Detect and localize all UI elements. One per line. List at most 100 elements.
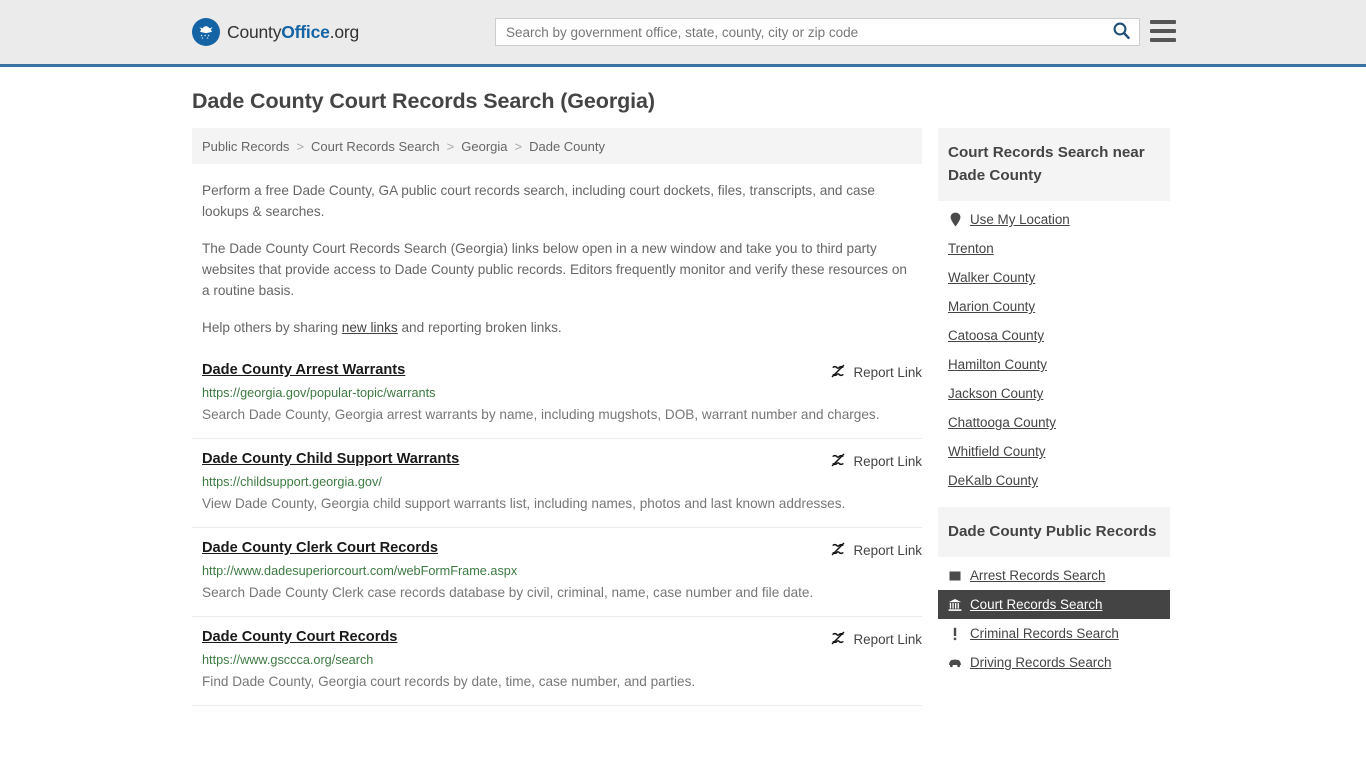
sidebar-item-jackson-county[interactable]: Jackson County: [938, 379, 1170, 408]
report-link-label: Report Link: [853, 632, 922, 647]
page-body: Dade County Court Records Search (Georgi…: [0, 89, 1366, 718]
record-link-title[interactable]: Dade County Court Records: [202, 629, 397, 645]
record-links-list: Dade County Arrest Warrants Report Link: [192, 362, 922, 706]
report-link-button[interactable]: Report Link: [830, 629, 922, 649]
exclamation-icon: [948, 627, 962, 641]
breadcrumb: Public Records > Court Records Search > …: [192, 128, 922, 164]
sidebar-item-court-records-search[interactable]: Court Records Search: [938, 590, 1170, 619]
breadcrumb-item-dade-county: Dade County: [529, 138, 605, 154]
list-item: Dade County Clerk Court Records Report L…: [192, 540, 922, 617]
sidebar-item-label: Arrest Records Search: [970, 568, 1106, 583]
intro-p3-before: Help others by sharing: [202, 320, 342, 335]
broken-link-icon: [830, 452, 846, 471]
sidebar-item-driving-records-search[interactable]: Driving Records Search: [938, 648, 1170, 677]
sidebar-item-hamilton-county[interactable]: Hamilton County: [938, 350, 1170, 379]
report-link-label: Report Link: [853, 543, 922, 558]
broken-link-icon: [830, 630, 846, 649]
breadcrumb-separator: >: [514, 138, 523, 154]
sidebar-item-chattooga-county[interactable]: Chattooga County: [938, 408, 1170, 437]
report-link-label: Report Link: [853, 365, 922, 380]
list-item: Dade County Child Support Warrants Repor…: [192, 451, 922, 528]
sidebar-item-label: Chattooga County: [948, 415, 1056, 430]
logo-text-office: Office: [281, 21, 330, 42]
map-pin-icon: [948, 212, 962, 227]
record-link-description: Search Dade County Clerk case records da…: [202, 585, 814, 600]
sidebar-item-label: Whitfield County: [948, 444, 1046, 459]
sidebar-item-marion-county[interactable]: Marion County: [938, 292, 1170, 321]
eagle-seal-icon: [192, 18, 220, 46]
breadcrumb-separator: >: [296, 138, 305, 154]
sidebar-item-label: Walker County: [948, 270, 1036, 285]
sidebar-item-label: Hamilton County: [948, 357, 1047, 372]
breadcrumb-separator: >: [446, 138, 455, 154]
site-logo[interactable]: CountyOffice.org: [192, 18, 359, 46]
site-logo-text: CountyOffice.org: [227, 22, 359, 43]
sidebar-item-label: Use My Location: [970, 212, 1070, 227]
intro-p3-after: and reporting broken links.: [397, 320, 562, 335]
sidebar-public-records-list: Arrest Records Search Court Records Sear…: [938, 557, 1170, 677]
sidebar-item-catoosa-county[interactable]: Catoosa County: [938, 321, 1170, 350]
sidebar-public-records-heading: Dade County Public Records: [938, 507, 1170, 557]
link-row: Dade County Child Support Warrants Repor…: [192, 451, 922, 471]
sidebar-item-trenton[interactable]: Trenton: [938, 234, 1170, 263]
breadcrumb-item-court-records-search[interactable]: Court Records Search: [311, 139, 440, 154]
record-link-title[interactable]: Dade County Arrest Warrants: [202, 362, 405, 378]
hamburger-menu-icon[interactable]: [1150, 20, 1176, 42]
link-row: Dade County Court Records Report Link: [192, 629, 922, 649]
breadcrumb-item-public-records[interactable]: Public Records: [202, 139, 289, 154]
record-link-title[interactable]: Dade County Child Support Warrants: [202, 451, 459, 467]
sidebar-item-label: Catoosa County: [948, 328, 1045, 343]
sidebar-item-label: Court Records Search: [970, 597, 1103, 612]
sidebar-nearby-box: Court Records Search near Dade County Us…: [938, 128, 1170, 495]
sidebar-nearby-list: Use My Location Trenton Walker County Ma…: [938, 201, 1170, 495]
report-link-button[interactable]: Report Link: [830, 540, 922, 560]
logo-text-org: .org: [329, 21, 360, 42]
intro-paragraph-1: Perform a free Dade County, GA public co…: [202, 183, 875, 219]
record-link-url: http://www.dadesuperiorcourt.com/webForm…: [202, 564, 518, 578]
record-link-url: https://www.gsccca.org/search: [202, 653, 374, 667]
sidebar-item-label: Driving Records Search: [970, 655, 1112, 670]
breadcrumb-item-georgia[interactable]: Georgia: [461, 139, 507, 154]
search-button[interactable]: [1103, 19, 1139, 45]
sidebar-item-dekalb-county[interactable]: DeKalb County: [938, 466, 1170, 495]
link-row: Dade County Clerk Court Records Report L…: [192, 540, 922, 560]
link-row: Dade County Arrest Warrants Report Link: [192, 362, 922, 382]
broken-link-icon: [830, 363, 846, 382]
sidebar-item-label: Trenton: [948, 241, 994, 256]
sidebar-item-walker-county[interactable]: Walker County: [938, 263, 1170, 292]
sidebar-item-whitfield-county[interactable]: Whitfield County: [938, 437, 1170, 466]
record-link-description: Search Dade County, Georgia arrest warra…: [202, 407, 880, 422]
sidebar-item-label: DeKalb County: [948, 473, 1039, 488]
car-icon: [948, 658, 962, 668]
intro-text: Perform a free Dade County, GA public co…: [192, 180, 922, 338]
sidebar-item-criminal-records-search[interactable]: Criminal Records Search: [938, 619, 1170, 648]
sidebar-item-label: Criminal Records Search: [970, 626, 1119, 641]
list-item: Dade County Court Records Report Link ht…: [192, 629, 922, 706]
site-header: CountyOffice.org: [0, 0, 1366, 67]
sidebar-item-use-my-location[interactable]: Use My Location: [938, 205, 1170, 234]
search-input[interactable]: [496, 19, 1103, 45]
page-title: Dade County Court Records Search (Georgi…: [192, 89, 655, 113]
main-column: Public Records > Court Records Search > …: [192, 128, 922, 718]
fingerprint-card-icon: [948, 570, 962, 582]
intro-paragraph-2: The Dade County Court Records Search (Ge…: [202, 241, 907, 298]
content-columns: Public Records > Court Records Search > …: [192, 128, 1174, 718]
report-link-button[interactable]: Report Link: [830, 451, 922, 471]
record-link-title[interactable]: Dade County Clerk Court Records: [202, 540, 438, 556]
record-link-url: https://childsupport.georgia.gov/: [202, 475, 382, 489]
sidebar-item-arrest-records-search[interactable]: Arrest Records Search: [938, 561, 1170, 590]
report-link-button[interactable]: Report Link: [830, 362, 922, 382]
record-link-url: https://georgia.gov/popular-topic/warran…: [202, 386, 436, 400]
record-link-description: View Dade County, Georgia child support …: [202, 496, 846, 511]
record-link-description: Find Dade County, Georgia court records …: [202, 674, 696, 689]
search-icon: [1112, 21, 1131, 43]
report-link-label: Report Link: [853, 454, 922, 469]
sidebar: Court Records Search near Dade County Us…: [938, 128, 1170, 677]
sidebar-nearby-heading: Court Records Search near Dade County: [938, 128, 1170, 201]
new-links-link[interactable]: new links: [342, 320, 398, 335]
sidebar-item-label: Marion County: [948, 299, 1036, 314]
search-bar: [495, 18, 1140, 46]
logo-text-county: County: [227, 21, 282, 42]
sidebar-item-label: Jackson County: [948, 386, 1044, 401]
